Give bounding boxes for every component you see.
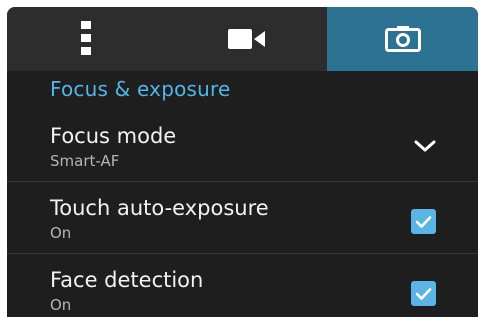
checkmark-icon: [415, 287, 432, 300]
setting-value: On: [50, 224, 72, 242]
setting-face-detection[interactable]: Face detection On: [7, 254, 478, 317]
tab-more[interactable]: [7, 7, 167, 71]
chevron-down-icon[interactable]: [410, 134, 440, 158]
setting-title: Focus mode: [50, 124, 177, 148]
setting-touch-auto-exposure[interactable]: Touch auto-exposure On: [7, 182, 478, 254]
camera-settings-panel: Focus & exposure Focus mode Smart-AF Tou…: [7, 7, 478, 317]
camera-icon: [384, 26, 421, 52]
setting-value: On: [50, 296, 72, 314]
setting-value: Smart-AF: [50, 152, 120, 170]
setting-title: Face detection: [50, 268, 204, 292]
checkmark-icon: [415, 215, 432, 228]
more-vert-icon: [80, 21, 94, 57]
video-camera-icon: [228, 28, 266, 50]
tab-video[interactable]: [167, 7, 327, 71]
settings-tab-bar: [7, 7, 478, 71]
section-header-focus-exposure: Focus & exposure: [50, 77, 231, 101]
touch-auto-exposure-checkbox[interactable]: [411, 209, 436, 234]
tab-camera[interactable]: [327, 7, 478, 71]
face-detection-checkbox[interactable]: [411, 281, 436, 306]
setting-focus-mode[interactable]: Focus mode Smart-AF: [7, 110, 478, 182]
setting-title: Touch auto-exposure: [50, 196, 269, 220]
